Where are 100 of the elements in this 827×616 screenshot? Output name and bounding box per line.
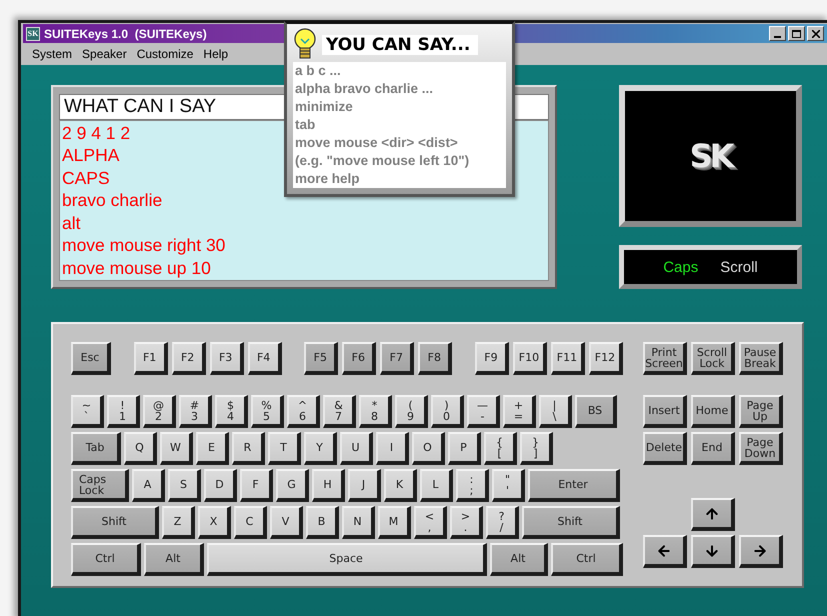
keyboard-key[interactable]: Q [124, 432, 157, 465]
menu-item[interactable]: Customize [132, 47, 198, 61]
keyboard-key[interactable]: B [306, 506, 339, 539]
keyboard-key[interactable]: Pause Break [739, 342, 783, 375]
keyboard-key[interactable]: F7 [380, 342, 414, 375]
keyboard-key[interactable]: D [204, 469, 237, 502]
keyboard-key[interactable]: " ' [492, 469, 525, 502]
keyboard-key[interactable]: # 3 [179, 395, 212, 428]
keyboard-key[interactable]: Home [691, 395, 735, 428]
keyboard-key[interactable]: ) 0 [431, 395, 464, 428]
arrow-left-key[interactable] [643, 535, 687, 568]
keyboard-key[interactable]: Shift [71, 506, 159, 539]
keyboard-key[interactable]: — - [467, 395, 500, 428]
menu-item[interactable]: Help [198, 47, 234, 61]
keyboard-key[interactable]: R [232, 432, 265, 465]
menu-item[interactable]: System [27, 47, 78, 61]
keyboard-key[interactable]: U [340, 432, 373, 465]
keyboard-key[interactable]: A [132, 469, 165, 502]
arrow-down-key[interactable] [691, 535, 735, 568]
menu-item[interactable]: Speaker [77, 47, 132, 61]
keyboard-key[interactable]: Ctrl [551, 543, 623, 576]
keyboard-key[interactable]: $ 4 [215, 395, 248, 428]
keyboard-key[interactable]: Esc [71, 342, 111, 375]
keyboard-key[interactable]: F [240, 469, 273, 502]
keyboard-key[interactable]: X [198, 506, 231, 539]
keyboard-key[interactable]: % 5 [251, 395, 284, 428]
keyboard-key[interactable]: } ] [520, 432, 553, 465]
keyboard-key[interactable]: * 8 [359, 395, 392, 428]
keyboard-key[interactable]: F12 [588, 342, 623, 375]
keyboard-key[interactable]: F2 [172, 342, 206, 375]
keyboard-key[interactable]: Shift [522, 506, 620, 539]
keyboard-key[interactable]: J [348, 469, 381, 502]
suggestion-item[interactable]: a b c ... [295, 62, 504, 80]
minimize-button[interactable] [769, 26, 786, 41]
keyboard-key[interactable]: T [268, 432, 301, 465]
keyboard-key[interactable]: G [276, 469, 309, 502]
keyboard-key[interactable]: Alt [490, 543, 548, 576]
keyboard-key[interactable]: C [234, 506, 267, 539]
keyboard-key[interactable]: K [384, 469, 417, 502]
keyboard-key[interactable]: > . [450, 506, 483, 539]
keyboard-key[interactable]: O [412, 432, 445, 465]
maximize-button[interactable] [788, 26, 805, 41]
keyboard-key[interactable]: Y [304, 432, 337, 465]
keyboard-key[interactable]: ~ ` [71, 395, 104, 428]
keyboard-key[interactable]: F4 [248, 342, 282, 375]
keyboard-key[interactable]: Scroll Lock [691, 342, 735, 375]
keyboard-key[interactable]: F8 [418, 342, 452, 375]
keyboard-key[interactable]: Ctrl [71, 543, 141, 576]
keyboard-key[interactable]: M [378, 506, 411, 539]
keyboard-key[interactable]: Alt [144, 543, 204, 576]
keyboard-key[interactable]: H [312, 469, 345, 502]
keyboard-key[interactable]: ^ 6 [287, 395, 320, 428]
keyboard-key[interactable]: ? / [486, 506, 519, 539]
keyboard-key[interactable]: Page Up [739, 395, 783, 428]
keyboard-key[interactable]: { [ [484, 432, 517, 465]
keyboard-key[interactable]: End [691, 432, 735, 465]
keyboard-key[interactable]: | \ [539, 395, 572, 428]
keyboard-key[interactable]: Caps Lock [71, 469, 129, 502]
keyboard-key[interactable]: Insert [643, 395, 687, 428]
keyboard-key[interactable]: E [196, 432, 229, 465]
keyboard-key[interactable]: S [168, 469, 201, 502]
keyboard-key[interactable]: < , [414, 506, 447, 539]
keyboard-key[interactable]: P [448, 432, 481, 465]
minimize-icon [774, 36, 781, 38]
keyboard-key[interactable]: Print Screen [643, 342, 687, 375]
keyboard-key[interactable]: & 7 [323, 395, 356, 428]
suggestion-item[interactable]: move mouse <dir> <dist> [295, 134, 504, 152]
keyboard-key[interactable]: Page Down [739, 432, 783, 465]
close-icon [812, 30, 820, 38]
keyboard-key[interactable]: F1 [134, 342, 168, 375]
keyboard-key[interactable]: F11 [550, 342, 585, 375]
keyboard-key[interactable]: F5 [304, 342, 338, 375]
keyboard-key[interactable]: : ; [456, 469, 489, 502]
suggestion-item[interactable]: minimize [295, 98, 504, 116]
keyboard-key[interactable]: Space [207, 543, 487, 576]
keyboard-key[interactable]: F6 [342, 342, 376, 375]
keyboard-key[interactable]: L [420, 469, 453, 502]
keyboard-key[interactable]: I [376, 432, 409, 465]
keyboard-key[interactable]: Tab [71, 432, 121, 465]
arrow-right-key[interactable] [739, 535, 783, 568]
keyboard-key[interactable]: @ 2 [143, 395, 176, 428]
arrow-up-key[interactable] [691, 498, 735, 531]
keyboard-key[interactable]: ! 1 [107, 395, 140, 428]
keyboard-key[interactable]: Z [162, 506, 195, 539]
history-item: move mouse right 30 [62, 234, 226, 256]
lock-indicator: Caps [663, 258, 698, 276]
keyboard-key[interactable]: W [160, 432, 193, 465]
keyboard-key[interactable]: F10 [512, 342, 547, 375]
keyboard-key[interactable]: N [342, 506, 375, 539]
keyboard-key[interactable]: F9 [474, 342, 509, 375]
keyboard-key[interactable]: V [270, 506, 303, 539]
keyboard-key[interactable]: ( 9 [395, 395, 428, 428]
keyboard-key[interactable]: + = [503, 395, 536, 428]
keyboard-key[interactable]: BS [575, 395, 617, 428]
keyboard-key[interactable]: F3 [210, 342, 244, 375]
suggestion-item[interactable]: (e.g. "move mouse left 10") [295, 152, 504, 170]
suggestion-item[interactable]: more help [295, 170, 504, 188]
keyboard-key[interactable]: Delete [643, 432, 687, 465]
close-button[interactable] [807, 26, 824, 41]
keyboard-key[interactable]: Enter [528, 469, 620, 502]
